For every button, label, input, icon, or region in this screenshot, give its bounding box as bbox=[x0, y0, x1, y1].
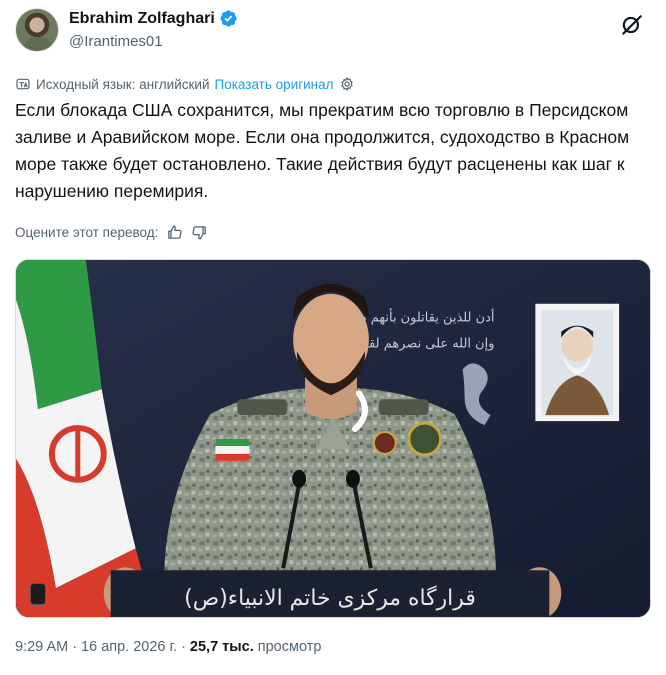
views-count: 25,7 тыс. bbox=[189, 639, 254, 655]
tweet-time[interactable]: 9:29 AM bbox=[15, 639, 68, 655]
thumbs-up-icon[interactable] bbox=[166, 224, 183, 241]
author-handle[interactable]: @Irantimes01 bbox=[69, 33, 163, 50]
translate-icon bbox=[16, 78, 30, 90]
verified-badge-icon bbox=[220, 10, 237, 27]
grok-icon[interactable] bbox=[619, 12, 645, 38]
thumbs-down-icon[interactable] bbox=[191, 224, 208, 241]
calligraphy-line-2: وإن الله على نصرهم لقدير bbox=[351, 337, 495, 352]
tweet-media-image[interactable]: أدن للذين يقاتلون بأنهم ظلموا وإن الله ع… bbox=[15, 259, 651, 618]
translation-bar: Исходный язык: английский Показать ориги… bbox=[15, 74, 355, 94]
wall-portrait bbox=[535, 303, 620, 422]
tweet-header: Ebrahim Zolfaghari @Irantimes01 bbox=[15, 8, 655, 56]
views-label: просмотр bbox=[257, 639, 322, 655]
show-original-link[interactable]: Показать оригинал bbox=[215, 77, 334, 92]
avatar[interactable] bbox=[15, 8, 59, 52]
tweet-meta: 9:29 AM · 16 апр. 2026 г. · 25,7 тыс. пр… bbox=[15, 639, 321, 655]
author-name-row: Ebrahim Zolfaghari bbox=[69, 9, 238, 28]
media-scene: أدن للذين يقاتلون بأنهم ظلموا وإن الله ع… bbox=[16, 260, 650, 617]
tweet-text: Если блокада США сохранится, мы прекрати… bbox=[15, 100, 630, 201]
podium: قرارگاه مرکزی خاتم الانبیاء(ص) bbox=[110, 570, 550, 617]
meta-separator: · bbox=[181, 639, 186, 655]
podium-text: قرارگاه مرکزی خاتم الانبیاء(ص) bbox=[184, 585, 476, 611]
tweet-date[interactable]: 16 апр. 2026 г. bbox=[81, 639, 177, 655]
media-badge-icon bbox=[30, 583, 46, 605]
rate-translation-row: Оцените этот перевод: bbox=[15, 221, 208, 243]
author-name[interactable]: Ebrahim Zolfaghari bbox=[69, 10, 215, 28]
rate-translation-label: Оцените этот перевод: bbox=[15, 224, 159, 240]
source-language-label: Исходный язык: английский bbox=[36, 76, 210, 92]
settings-icon[interactable] bbox=[339, 76, 355, 92]
meta-separator: · bbox=[72, 639, 78, 655]
